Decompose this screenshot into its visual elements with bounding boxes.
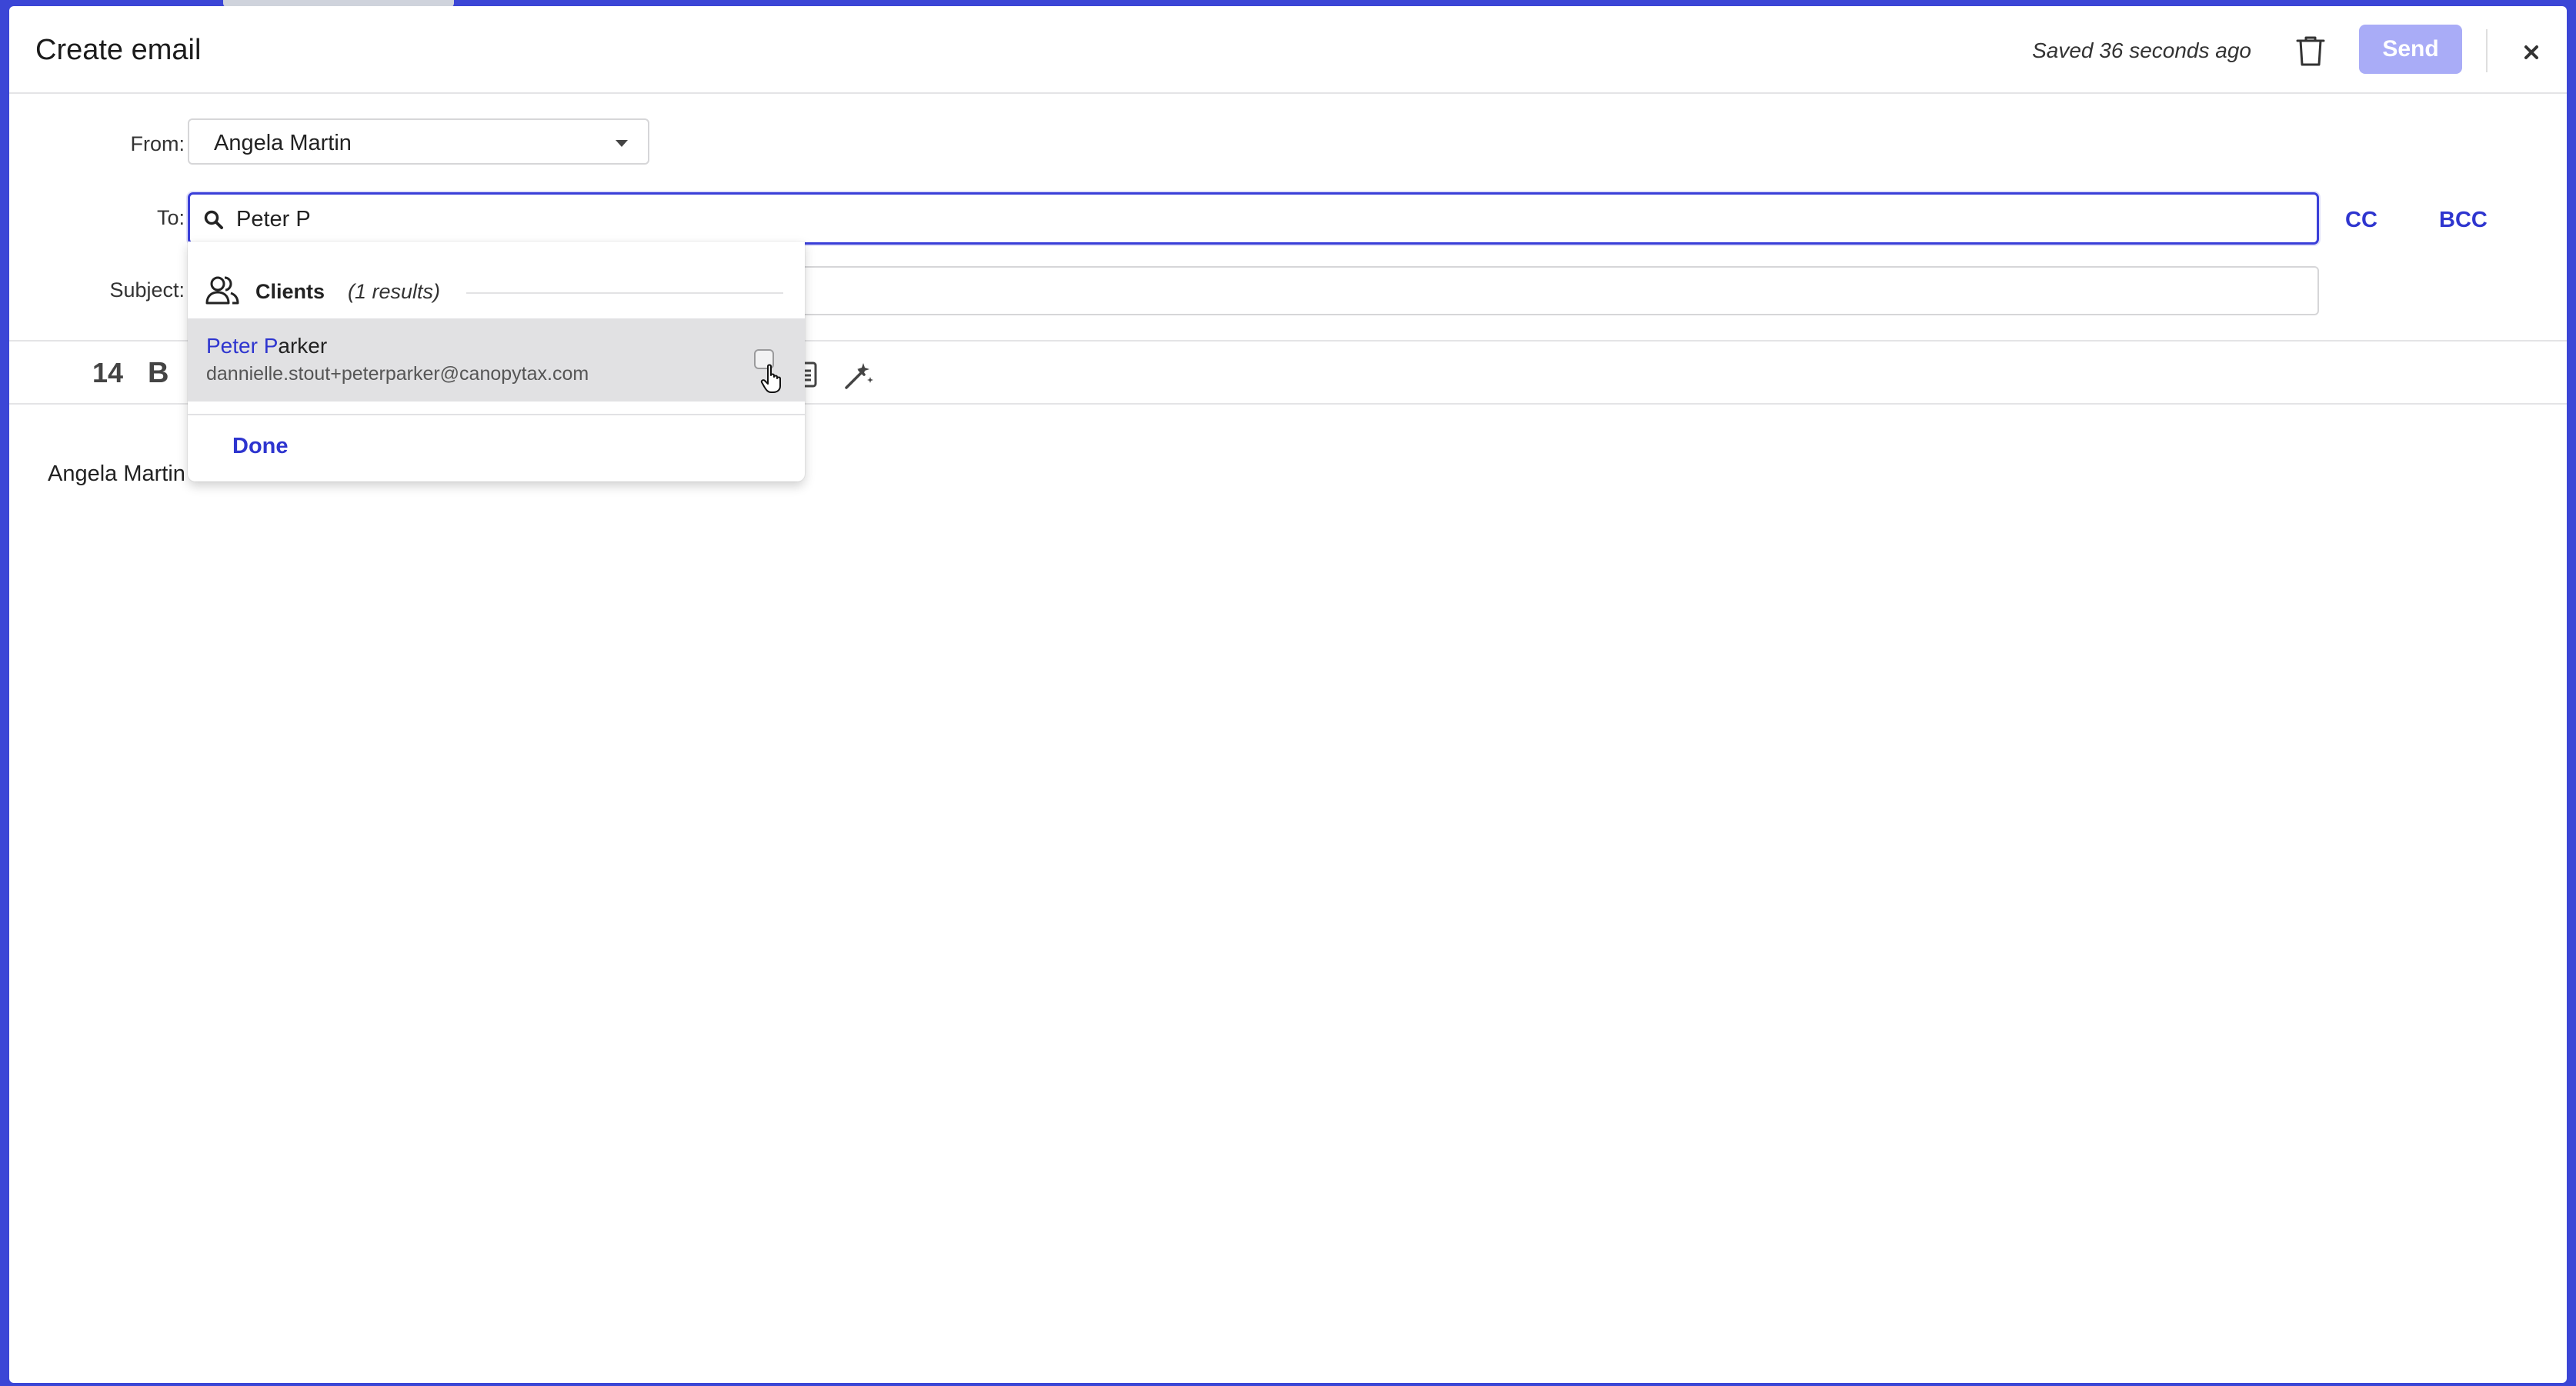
to-field[interactable]: [188, 192, 2319, 245]
group-name: Clients: [255, 280, 325, 303]
hand-cursor-icon: [760, 364, 781, 393]
search-icon: [204, 210, 223, 229]
create-email-modal: Create email Saved 36 seconds ago Send F…: [9, 6, 2567, 1383]
header-divider: [2486, 29, 2488, 72]
result-row[interactable]: Peter Parker dannielle.stout+peterparker…: [188, 318, 805, 401]
modal-header: Create email Saved 36 seconds ago Send: [9, 6, 2567, 94]
dropdown-divider: [188, 414, 805, 415]
modal-title: Create email: [35, 34, 202, 66]
cc-button[interactable]: CC: [2345, 208, 2377, 233]
to-input[interactable]: [235, 198, 2300, 241]
chevron-down-icon: [616, 140, 628, 147]
trash-icon[interactable]: [2294, 34, 2327, 68]
people-icon: [205, 276, 239, 305]
recipient-dropdown: Clients (1 results) Peter Parker danniel…: [188, 242, 805, 481]
font-size-select[interactable]: 14: [92, 357, 123, 389]
group-header-rule: [466, 292, 783, 294]
send-button[interactable]: Send: [2359, 25, 2462, 74]
to-label: To:: [156, 206, 185, 229]
result-name: Peter Parker: [206, 334, 327, 358]
subject-label: Subject:: [109, 278, 185, 302]
magic-wand-icon[interactable]: [842, 358, 876, 392]
from-value: Angela Martin: [214, 131, 352, 155]
close-icon[interactable]: [2516, 37, 2547, 68]
bold-button[interactable]: B: [148, 357, 169, 390]
done-button[interactable]: Done: [232, 434, 289, 459]
group-count: (1 results): [348, 280, 441, 303]
result-name-match: Peter P: [206, 334, 279, 358]
from-select[interactable]: Angela Martin: [188, 118, 649, 165]
bcc-button[interactable]: BCC: [2439, 208, 2488, 233]
email-body-signature[interactable]: Angela Martin: [48, 461, 185, 487]
result-group-header: Clients (1 results): [205, 274, 783, 308]
from-label: From:: [130, 132, 185, 155]
saved-status: Saved 36 seconds ago: [2032, 38, 2251, 62]
result-name-rest: arker: [278, 334, 328, 358]
result-email: dannielle.stout+peterparker@canopytax.co…: [206, 363, 589, 385]
